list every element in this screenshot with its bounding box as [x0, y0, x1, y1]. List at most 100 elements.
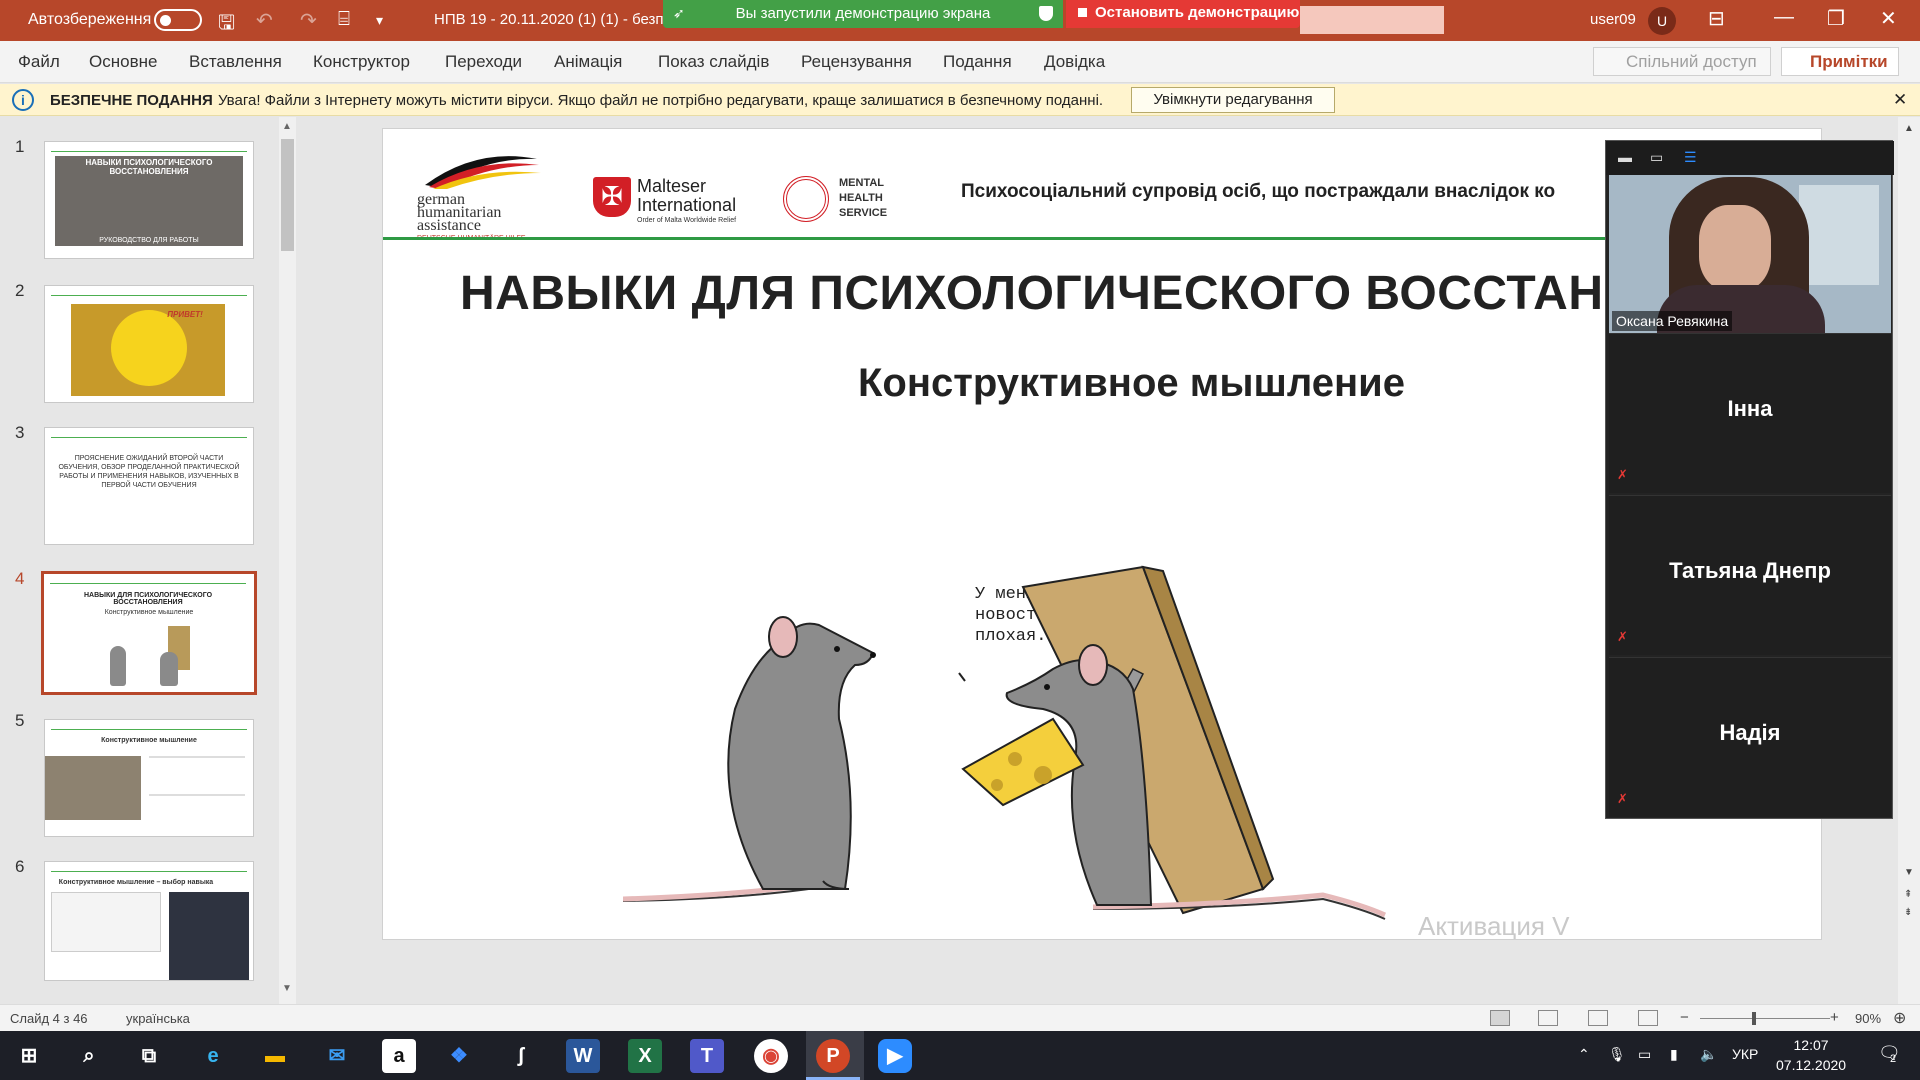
- normal-view-icon[interactable]: [1490, 1010, 1510, 1026]
- speaker-name: Оксана Ревякина: [1612, 311, 1733, 331]
- clock-date: 07.12.2020: [1776, 1057, 1847, 1073]
- battery-icon[interactable]: ▭: [1638, 1046, 1651, 1063]
- autosave-label: Автозбереження: [28, 11, 152, 28]
- close-icon[interactable]: ✕: [1880, 6, 1897, 31]
- zoom-slider-thumb[interactable]: [1752, 1012, 1756, 1025]
- excel-icon[interactable]: X: [628, 1039, 662, 1073]
- ribbon-display-icon[interactable]: ⊟: [1708, 6, 1725, 31]
- network-icon[interactable]: ▮: [1670, 1046, 1678, 1063]
- file-explorer-icon[interactable]: ▬: [258, 1039, 292, 1073]
- present-icon[interactable]: ⌸: [338, 8, 350, 31]
- tray-expand-icon[interactable]: ⌃: [1578, 1046, 1590, 1063]
- stop-share-button[interactable]: Остановить демонстрацию: [1066, 0, 1300, 28]
- task-view-icon[interactable]: ⧉: [132, 1039, 166, 1073]
- thumb-subtitle: РУКОВОДСТВО ДЛЯ РАБОТЫ: [99, 237, 199, 244]
- slide-thumbnail-3[interactable]: ПРОЯСНЕНИЕ ОЖИДАНИЙ ВТОРОЙ ЧАСТИ ОБУЧЕНИ…: [44, 427, 254, 545]
- tab-insert[interactable]: Вставлення: [189, 52, 282, 72]
- thumb-number: 4: [15, 569, 25, 588]
- clock-time: 12:07: [1793, 1037, 1829, 1053]
- microphone-icon[interactable]: 🎙: [1608, 1046, 1626, 1063]
- thumb-header: [51, 290, 247, 296]
- scroll-down-icon[interactable]: ▼: [282, 983, 292, 994]
- volume-icon[interactable]: 🔈: [1700, 1046, 1717, 1063]
- next-slide-icon[interactable]: ⇟: [1904, 907, 1912, 918]
- close-bar-icon[interactable]: ✕: [1893, 90, 1907, 110]
- share-button[interactable]: Спільний доступ: [1593, 47, 1771, 76]
- tab-file[interactable]: Файл: [18, 52, 60, 72]
- participant-tile[interactable]: Інна ✗: [1609, 333, 1891, 493]
- malteser-name-2: International: [637, 195, 737, 215]
- powerpoint-icon[interactable]: P: [806, 1039, 860, 1080]
- chrome-icon[interactable]: ◉: [754, 1039, 788, 1073]
- dropbox-icon[interactable]: ❖: [442, 1039, 476, 1073]
- thumb-title: Конструктивное мышление: [101, 737, 197, 744]
- comments-button[interactable]: Примітки: [1781, 47, 1899, 76]
- video-call-panel[interactable]: ▬ ▭ ☰ Оксана Ревякина Інна ✗ Татьяна Дне…: [1605, 140, 1894, 819]
- slide-thumbnail-5[interactable]: Конструктивное мышление: [44, 719, 254, 837]
- input-language[interactable]: УКР: [1732, 1046, 1758, 1062]
- scroll-up-icon[interactable]: ▲: [282, 121, 292, 132]
- app-icon[interactable]: ʃ: [504, 1039, 538, 1073]
- mail-icon[interactable]: ✉: [320, 1039, 354, 1073]
- participant-name: Інна: [1727, 396, 1773, 421]
- enable-editing-button[interactable]: Увімкнути редагування: [1131, 87, 1335, 113]
- amazon-icon[interactable]: a: [382, 1039, 416, 1073]
- slide-thumbnail-4[interactable]: НАВЫКИ ДЛЯ ПСИХОЛОГИЧЕСКОГО ВОССТАНОВЛЕН…: [41, 571, 257, 695]
- slideshow-view-icon[interactable]: [1638, 1010, 1658, 1026]
- tab-home[interactable]: Основне: [89, 52, 157, 72]
- participant-tile[interactable]: Татьяна Днепр ✗: [1609, 495, 1891, 655]
- slide-thumbnail-pane: 1 НАВЫКИ ПСИХОЛОГИЧЕСКОГО ВОССТАНОВЛЕНИЯ…: [0, 117, 300, 1004]
- tab-design[interactable]: Конструктор: [313, 52, 410, 72]
- tab-help[interactable]: Довідка: [1044, 52, 1105, 72]
- restore-icon[interactable]: ❐: [1827, 6, 1845, 31]
- gallery-view-icon[interactable]: ☰: [1684, 149, 1697, 166]
- zoom-icon[interactable]: ▶: [878, 1039, 912, 1073]
- thumb-number: 1: [15, 137, 25, 156]
- mic-muted-icon: ✗: [1617, 791, 1628, 806]
- language-indicator[interactable]: українська: [126, 1011, 190, 1026]
- slide-sorter-icon[interactable]: [1538, 1010, 1558, 1026]
- user-name[interactable]: user09: [1590, 11, 1636, 28]
- slide-thumbnail-6[interactable]: Конструктивное мышление – выбор навыка: [44, 861, 254, 981]
- slide-thumbnail-1[interactable]: НАВЫКИ ПСИХОЛОГИЧЕСКОГО ВОССТАНОВЛЕНИЯ Р…: [44, 141, 254, 259]
- word-icon[interactable]: W: [566, 1039, 600, 1073]
- search-icon[interactable]: ⌕: [72, 1039, 106, 1073]
- scroll-down-icon[interactable]: ▼: [1904, 867, 1914, 878]
- undo-icon[interactable]: ↶: [256, 8, 273, 33]
- zoom-out-icon[interactable]: −: [1680, 1009, 1689, 1026]
- clock[interactable]: 12:07 07.12.2020: [1776, 1035, 1846, 1075]
- prev-slide-icon[interactable]: ⇞: [1904, 889, 1912, 900]
- participant-tile[interactable]: Надія ✗: [1609, 657, 1891, 817]
- tab-transitions[interactable]: Переходи: [445, 52, 522, 72]
- minimize-icon[interactable]: —: [1774, 6, 1794, 29]
- thumbnail-scrollbar[interactable]: ▲ ▼: [279, 117, 296, 1004]
- speaker-video[interactable]: Оксана Ревякина: [1609, 175, 1891, 333]
- redo-icon[interactable]: ↷: [300, 8, 317, 33]
- zoom-in-icon[interactable]: +: [1830, 1009, 1839, 1026]
- zoom-slider[interactable]: [1700, 1018, 1830, 1019]
- autosave-toggle[interactable]: [154, 9, 202, 31]
- video-layout-icon[interactable]: ▭: [1650, 149, 1663, 166]
- thumb-title: НАВЫКИ ПСИХОЛОГИЧЕСКОГО ВОССТАНОВЛЕНИЯ: [85, 158, 213, 176]
- minimize-video-icon[interactable]: ▬: [1618, 149, 1632, 165]
- tab-slideshow[interactable]: Показ слайдів: [658, 52, 769, 72]
- mic-muted-icon: ✗: [1617, 467, 1628, 482]
- reading-view-icon[interactable]: [1588, 1010, 1608, 1026]
- thumb-subtitle: Конструктивное мышление: [104, 609, 194, 616]
- teams-icon[interactable]: T: [690, 1039, 724, 1073]
- scroll-thumb[interactable]: [281, 139, 294, 251]
- customize-qat-icon[interactable]: ▾: [376, 12, 383, 29]
- windows-start-icon[interactable]: ⊞: [12, 1039, 46, 1073]
- search-box[interactable]: [1300, 6, 1444, 34]
- tab-animations[interactable]: Анімація: [554, 52, 622, 72]
- tab-view[interactable]: Подання: [943, 52, 1012, 72]
- fit-slide-icon[interactable]: ⊕: [1893, 1008, 1906, 1028]
- avatar[interactable]: U: [1648, 7, 1676, 35]
- tab-review[interactable]: Рецензування: [801, 52, 912, 72]
- scroll-up-icon[interactable]: ▲: [1904, 123, 1914, 134]
- slide-scrollbar[interactable]: ▲ ▼ ⇞ ⇟: [1898, 117, 1920, 1004]
- slide-thumbnail-2[interactable]: ПРИВЕТ!: [44, 285, 254, 403]
- zoom-level[interactable]: 90%: [1855, 1011, 1881, 1026]
- save-icon[interactable]: 🖫: [218, 8, 235, 42]
- edge-icon[interactable]: e: [196, 1039, 230, 1073]
